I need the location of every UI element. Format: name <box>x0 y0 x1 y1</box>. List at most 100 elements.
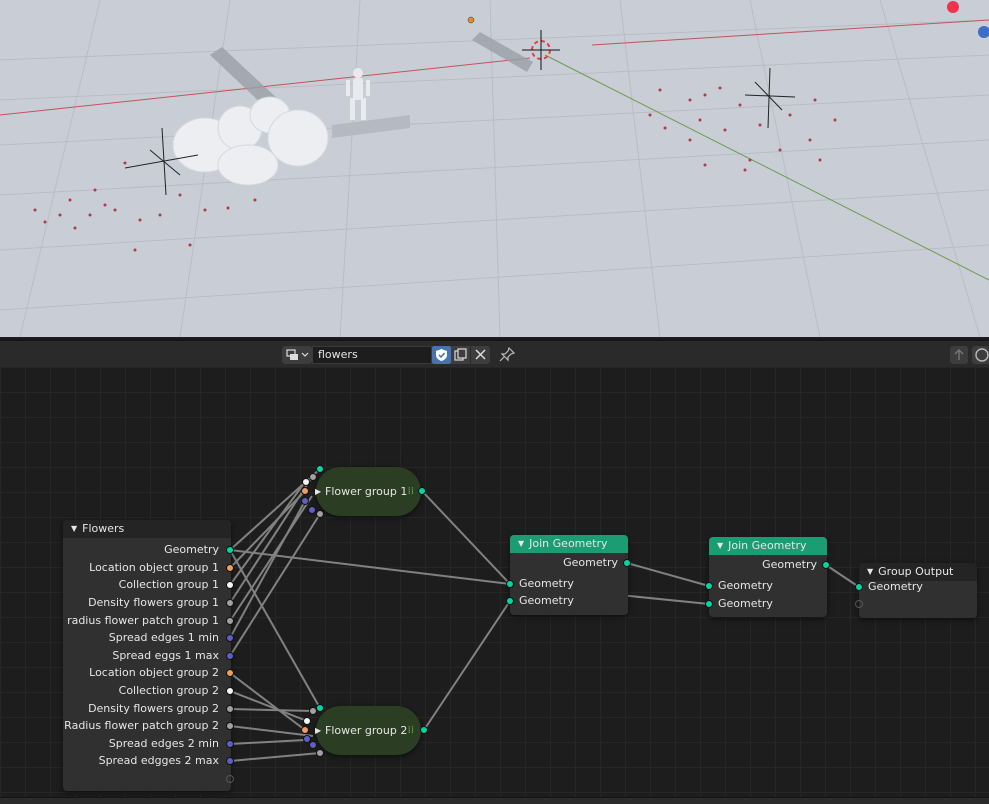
join-geometry-node-1[interactable]: ▼ Join Geometry Geometry Geometry Geometr… <box>506 535 631 615</box>
node-tree-name-field[interactable]: flowers <box>312 346 432 364</box>
join-geometry-node-2[interactable]: ▼ Join Geometry Geometry Geometry Geometr… <box>705 537 830 617</box>
link <box>825 564 860 588</box>
output-location-object-group-2-label: Location object group 2 <box>89 666 219 679</box>
link <box>229 549 511 585</box>
gizmo-x-axis[interactable] <box>947 1 959 13</box>
node-title: Flowers <box>82 522 125 535</box>
blender-window: flowers ▼ Flowers Geometry Location obje… <box>0 0 989 804</box>
float-socket[interactable] <box>226 705 234 713</box>
light-origin <box>467 16 475 24</box>
link <box>229 672 306 731</box>
link <box>421 490 511 585</box>
float-socket[interactable] <box>226 599 234 607</box>
float-socket[interactable] <box>226 617 234 625</box>
geometry-output-socket[interactable] <box>623 559 631 567</box>
empty-virtual-socket[interactable] <box>855 600 863 608</box>
geometry-input-socket[interactable] <box>506 580 514 588</box>
link <box>229 739 306 745</box>
grip-icon: ⁞⁞ <box>407 725 414 736</box>
node-title: Flower group 1 <box>325 485 408 498</box>
geometry-socket[interactable] <box>316 465 324 473</box>
object-socket[interactable] <box>301 487 309 495</box>
input-geometry-label: Geometry <box>718 597 773 610</box>
collection-socket[interactable] <box>302 478 310 486</box>
collection-socket[interactable] <box>226 687 234 695</box>
node-title: Flower group 2 <box>325 724 408 737</box>
input-geometry-label: Geometry <box>519 577 574 590</box>
collapse-triangle-icon[interactable]: ▼ <box>518 539 524 548</box>
geometry-input-socket[interactable] <box>705 600 713 608</box>
collapse-triangle-icon[interactable]: ▼ <box>867 567 873 576</box>
node-header[interactable]: ▼ Flowers <box>63 520 231 538</box>
unlink-button[interactable] <box>471 346 490 364</box>
input-geometry-label: Geometry <box>519 594 574 607</box>
empty-virtual-socket[interactable] <box>226 775 234 783</box>
parent-node-tree-button[interactable] <box>950 346 968 364</box>
link <box>626 562 710 587</box>
object-socket[interactable] <box>226 564 234 572</box>
int-socket[interactable] <box>226 740 234 748</box>
flower-group-2-node[interactable]: ▶ Flower group 2 ⁞⁞ <box>315 706 421 755</box>
link <box>423 600 511 731</box>
int-socket[interactable] <box>226 652 234 660</box>
shield-icon <box>436 349 447 361</box>
int-socket[interactable] <box>226 757 234 765</box>
output-geometry-label: Geometry <box>762 558 817 571</box>
output-spread-eggs-1-max-label: Spread eggs 1 max <box>112 649 219 662</box>
group-input-node[interactable]: ▼ Flowers Geometry Location object group … <box>63 520 234 791</box>
duplicate-icon <box>454 348 467 361</box>
float-socket[interactable] <box>309 473 317 481</box>
geometry-socket[interactable] <box>316 704 324 712</box>
output-density-flowers-group-1-label: Density flowers group 1 <box>88 596 219 609</box>
geometry-socket[interactable] <box>226 546 234 554</box>
geometry-output-socket[interactable] <box>822 561 830 569</box>
group-output-node[interactable]: ▼ Group Output Geometry <box>855 563 977 618</box>
float-socket[interactable] <box>316 510 324 518</box>
float-socket[interactable] <box>226 722 234 730</box>
status-bar <box>0 797 989 804</box>
node-header[interactable]: ▼ Join Geometry <box>510 535 628 553</box>
grip-icon: ⁞⁞ <box>407 486 414 497</box>
node-canvas[interactable]: ▼ Flowers Geometry Location object group … <box>0 367 989 797</box>
fake-user-button[interactable] <box>432 346 451 364</box>
int-socket[interactable] <box>308 506 316 514</box>
viewport-scene <box>0 0 989 337</box>
node-header[interactable]: ▼ Join Geometry <box>709 537 827 555</box>
parent-arrow-icon <box>954 349 964 360</box>
geometry-output-socket[interactable] <box>418 487 426 495</box>
object-socket[interactable] <box>226 669 234 677</box>
output-collection-group-2-label: Collection group 2 <box>118 684 219 697</box>
overlay-icon <box>975 348 989 362</box>
collapse-triangle-icon[interactable]: ▼ <box>71 524 77 533</box>
duplicate-button[interactable] <box>451 346 470 364</box>
output-geometry-label: Geometry <box>164 543 219 556</box>
output-geometry-label: Geometry <box>563 556 618 569</box>
overlay-button[interactable] <box>972 346 989 364</box>
node-title: Join Geometry <box>728 539 807 552</box>
int-socket[interactable] <box>309 741 317 749</box>
node-editor-header: flowers <box>0 339 989 369</box>
float-socket[interactable] <box>309 707 317 715</box>
3d-viewport[interactable] <box>0 0 989 337</box>
geometry-output-socket[interactable] <box>420 726 428 734</box>
geometry-input-socket[interactable] <box>855 583 863 591</box>
geometry-input-socket[interactable] <box>506 597 514 605</box>
editor-type-button[interactable] <box>282 346 312 364</box>
output-spread-edgges-2-max-label: Spread edgges 2 max <box>98 754 219 767</box>
collection-socket[interactable] <box>226 581 234 589</box>
object-socket[interactable] <box>301 726 309 734</box>
node-title: Group Output <box>878 565 954 578</box>
pin-button[interactable] <box>497 346 517 364</box>
flower-group-1-node[interactable]: ▶ Flower group 1 ⁞⁞ <box>315 467 421 516</box>
input-geometry-label: Geometry <box>718 579 773 592</box>
int-socket[interactable] <box>226 634 234 642</box>
int-socket[interactable] <box>301 497 309 505</box>
output-density-flowers-group-2-label: Density flowers group 2 <box>88 702 219 715</box>
close-icon <box>475 349 486 360</box>
float-socket[interactable] <box>316 749 324 757</box>
geometry-input-socket[interactable] <box>705 582 713 590</box>
output-radius-flower-patch-group-2-label: Radius flower patch group 2 <box>64 719 219 732</box>
link <box>229 752 321 762</box>
collapse-triangle-icon[interactable]: ▼ <box>717 541 723 550</box>
collection-socket[interactable] <box>303 717 311 725</box>
